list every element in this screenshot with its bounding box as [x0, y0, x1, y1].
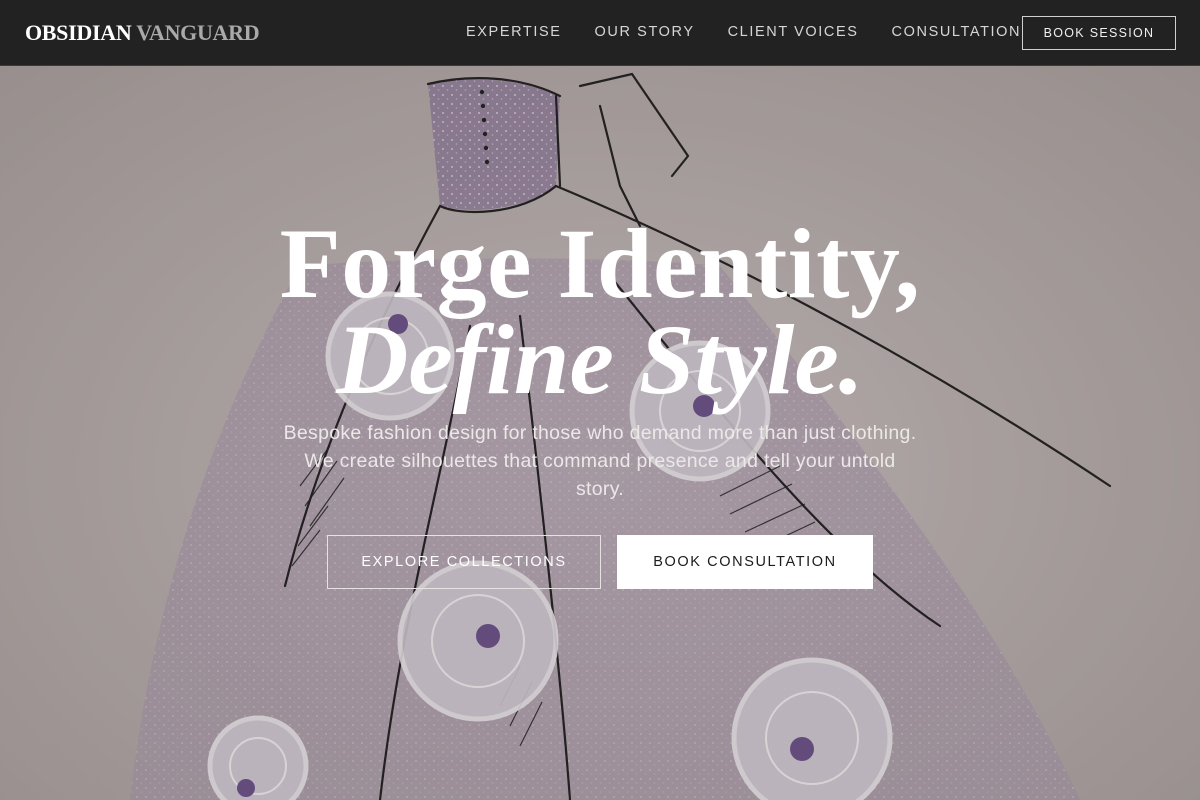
hero-headline-line-1: Forge Identity,: [279, 208, 921, 319]
brand-name-primary: OBSIDIAN: [25, 20, 132, 45]
book-session-button[interactable]: BOOK SESSION: [1022, 16, 1176, 50]
nav-link-expertise[interactable]: EXPERTISE: [466, 24, 562, 40]
hero-subtitle: Bespoke fashion design for those who dem…: [283, 422, 917, 500]
book-consultation-button[interactable]: BOOK CONSULTATION: [617, 535, 873, 589]
top-navigation-bar: OBSIDIAN VANGUARD EXPERTISE OUR STORY CL…: [0, 0, 1200, 66]
nav-link-client-voices[interactable]: CLIENT VOICES: [728, 24, 859, 40]
main-menu: EXPERTISE OUR STORY CLIENT VOICES CONSUL…: [466, 24, 1021, 40]
hero-section: Forge Identity, Define Style. Bespoke fa…: [0, 66, 1200, 800]
nav-link-our-story[interactable]: OUR STORY: [595, 24, 695, 40]
hero-headline: Forge Identity, Define Style.: [0, 208, 1200, 415]
hero-headline-line-2: Define Style.: [336, 304, 864, 415]
nav-link-consultation[interactable]: CONSULTATION: [892, 24, 1022, 40]
brand-name-secondary: VANGUARD: [136, 20, 260, 45]
brand-logo[interactable]: OBSIDIAN VANGUARD: [25, 20, 260, 46]
explore-collections-button[interactable]: EXPLORE COLLECTIONS: [327, 535, 601, 589]
